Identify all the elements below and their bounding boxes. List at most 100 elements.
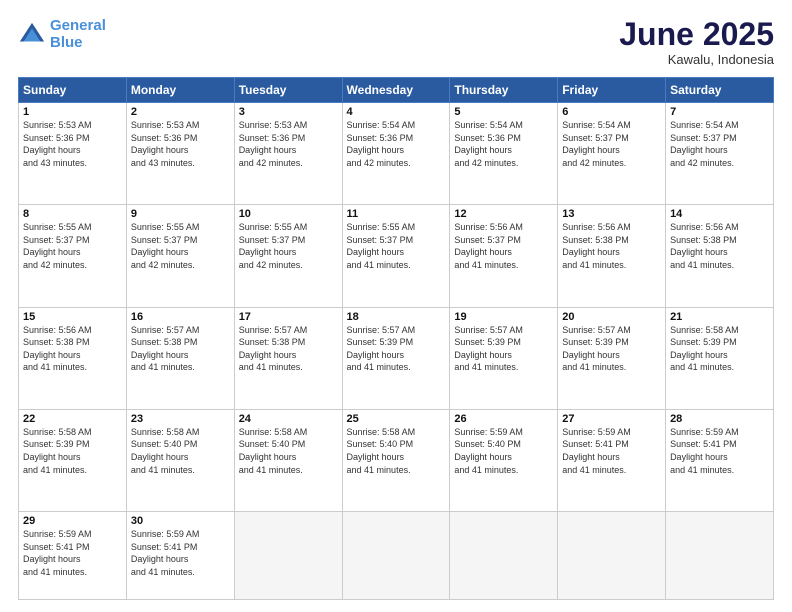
day-info: Sunrise: 5:54 AMSunset: 5:37 PMDaylight … <box>562 120 631 168</box>
table-row: 30 Sunrise: 5:59 AMSunset: 5:41 PMDaylig… <box>126 512 234 600</box>
day-info: Sunrise: 5:54 AMSunset: 5:36 PMDaylight … <box>347 120 416 168</box>
day-info: Sunrise: 5:54 AMSunset: 5:37 PMDaylight … <box>670 120 739 168</box>
table-row: 12 Sunrise: 5:56 AMSunset: 5:37 PMDaylig… <box>450 205 558 307</box>
day-number: 4 <box>347 106 446 118</box>
logo-line1: General <box>50 17 106 34</box>
table-row: 15 Sunrise: 5:56 AMSunset: 5:38 PMDaylig… <box>19 307 127 409</box>
day-info: Sunrise: 5:58 AMSunset: 5:40 PMDaylight … <box>131 427 200 475</box>
day-info: Sunrise: 5:55 AMSunset: 5:37 PMDaylight … <box>131 222 200 270</box>
table-row: 26 Sunrise: 5:59 AMSunset: 5:40 PMDaylig… <box>450 409 558 511</box>
day-number: 26 <box>454 413 553 425</box>
day-info: Sunrise: 5:58 AMSunset: 5:39 PMDaylight … <box>23 427 92 475</box>
logo: General Blue <box>18 18 106 51</box>
col-thursday: Thursday <box>450 78 558 103</box>
day-number: 24 <box>239 413 338 425</box>
day-number: 2 <box>131 106 230 118</box>
table-row: 17 Sunrise: 5:57 AMSunset: 5:38 PMDaylig… <box>234 307 342 409</box>
calendar-week-row: 15 Sunrise: 5:56 AMSunset: 5:38 PMDaylig… <box>19 307 774 409</box>
day-info: Sunrise: 5:57 AMSunset: 5:39 PMDaylight … <box>347 325 416 373</box>
day-info: Sunrise: 5:56 AMSunset: 5:37 PMDaylight … <box>454 222 523 270</box>
day-info: Sunrise: 5:59 AMSunset: 5:40 PMDaylight … <box>454 427 523 475</box>
table-row: 27 Sunrise: 5:59 AMSunset: 5:41 PMDaylig… <box>558 409 666 511</box>
calendar-week-row: 1 Sunrise: 5:53 AMSunset: 5:36 PMDayligh… <box>19 103 774 205</box>
table-row: 7 Sunrise: 5:54 AMSunset: 5:37 PMDayligh… <box>666 103 774 205</box>
col-tuesday: Tuesday <box>234 78 342 103</box>
day-number: 29 <box>23 515 122 527</box>
table-row: 25 Sunrise: 5:58 AMSunset: 5:40 PMDaylig… <box>342 409 450 511</box>
table-row: 21 Sunrise: 5:58 AMSunset: 5:39 PMDaylig… <box>666 307 774 409</box>
day-number: 14 <box>670 208 769 220</box>
calendar-header-row: Sunday Monday Tuesday Wednesday Thursday… <box>19 78 774 103</box>
day-info: Sunrise: 5:58 AMSunset: 5:39 PMDaylight … <box>670 325 739 373</box>
day-info: Sunrise: 5:55 AMSunset: 5:37 PMDaylight … <box>239 222 308 270</box>
day-number: 30 <box>131 515 230 527</box>
table-row: 5 Sunrise: 5:54 AMSunset: 5:36 PMDayligh… <box>450 103 558 205</box>
day-info: Sunrise: 5:58 AMSunset: 5:40 PMDaylight … <box>239 427 308 475</box>
table-row: 1 Sunrise: 5:53 AMSunset: 5:36 PMDayligh… <box>19 103 127 205</box>
logo-icon <box>18 21 46 49</box>
page: General Blue June 2025 Kawalu, Indonesia… <box>0 0 792 612</box>
day-info: Sunrise: 5:57 AMSunset: 5:39 PMDaylight … <box>562 325 631 373</box>
table-row: 9 Sunrise: 5:55 AMSunset: 5:37 PMDayligh… <box>126 205 234 307</box>
day-info: Sunrise: 5:57 AMSunset: 5:38 PMDaylight … <box>131 325 200 373</box>
table-row: 3 Sunrise: 5:53 AMSunset: 5:36 PMDayligh… <box>234 103 342 205</box>
table-row: 20 Sunrise: 5:57 AMSunset: 5:39 PMDaylig… <box>558 307 666 409</box>
table-row: 24 Sunrise: 5:58 AMSunset: 5:40 PMDaylig… <box>234 409 342 511</box>
day-number: 10 <box>239 208 338 220</box>
table-row: 16 Sunrise: 5:57 AMSunset: 5:38 PMDaylig… <box>126 307 234 409</box>
day-number: 12 <box>454 208 553 220</box>
logo-text: General Blue <box>50 18 106 51</box>
table-row: 23 Sunrise: 5:58 AMSunset: 5:40 PMDaylig… <box>126 409 234 511</box>
calendar-week-row: 8 Sunrise: 5:55 AMSunset: 5:37 PMDayligh… <box>19 205 774 307</box>
day-number: 27 <box>562 413 661 425</box>
table-row: 14 Sunrise: 5:56 AMSunset: 5:38 PMDaylig… <box>666 205 774 307</box>
day-number: 6 <box>562 106 661 118</box>
day-number: 15 <box>23 311 122 323</box>
day-number: 19 <box>454 311 553 323</box>
month-title: June 2025 <box>619 18 774 50</box>
day-info: Sunrise: 5:59 AMSunset: 5:41 PMDaylight … <box>23 529 92 577</box>
table-row: 28 Sunrise: 5:59 AMSunset: 5:41 PMDaylig… <box>666 409 774 511</box>
day-info: Sunrise: 5:55 AMSunset: 5:37 PMDaylight … <box>347 222 416 270</box>
day-info: Sunrise: 5:57 AMSunset: 5:39 PMDaylight … <box>454 325 523 373</box>
day-number: 17 <box>239 311 338 323</box>
day-info: Sunrise: 5:53 AMSunset: 5:36 PMDaylight … <box>23 120 92 168</box>
day-number: 22 <box>23 413 122 425</box>
table-row <box>234 512 342 600</box>
location: Kawalu, Indonesia <box>619 52 774 67</box>
day-info: Sunrise: 5:54 AMSunset: 5:36 PMDaylight … <box>454 120 523 168</box>
title-area: June 2025 Kawalu, Indonesia <box>619 18 774 67</box>
day-number: 13 <box>562 208 661 220</box>
day-info: Sunrise: 5:55 AMSunset: 5:37 PMDaylight … <box>23 222 92 270</box>
table-row: 29 Sunrise: 5:59 AMSunset: 5:41 PMDaylig… <box>19 512 127 600</box>
day-number: 21 <box>670 311 769 323</box>
table-row: 18 Sunrise: 5:57 AMSunset: 5:39 PMDaylig… <box>342 307 450 409</box>
day-number: 5 <box>454 106 553 118</box>
col-sunday: Sunday <box>19 78 127 103</box>
day-info: Sunrise: 5:56 AMSunset: 5:38 PMDaylight … <box>670 222 739 270</box>
table-row <box>558 512 666 600</box>
day-number: 28 <box>670 413 769 425</box>
day-info: Sunrise: 5:53 AMSunset: 5:36 PMDaylight … <box>131 120 200 168</box>
day-info: Sunrise: 5:53 AMSunset: 5:36 PMDaylight … <box>239 120 308 168</box>
day-number: 18 <box>347 311 446 323</box>
table-row: 2 Sunrise: 5:53 AMSunset: 5:36 PMDayligh… <box>126 103 234 205</box>
table-row: 8 Sunrise: 5:55 AMSunset: 5:37 PMDayligh… <box>19 205 127 307</box>
day-number: 11 <box>347 208 446 220</box>
calendar-week-row: 22 Sunrise: 5:58 AMSunset: 5:39 PMDaylig… <box>19 409 774 511</box>
calendar-table: Sunday Monday Tuesday Wednesday Thursday… <box>18 77 774 600</box>
table-row: 22 Sunrise: 5:58 AMSunset: 5:39 PMDaylig… <box>19 409 127 511</box>
col-friday: Friday <box>558 78 666 103</box>
day-info: Sunrise: 5:59 AMSunset: 5:41 PMDaylight … <box>670 427 739 475</box>
day-number: 16 <box>131 311 230 323</box>
col-saturday: Saturday <box>666 78 774 103</box>
day-number: 20 <box>562 311 661 323</box>
day-number: 23 <box>131 413 230 425</box>
calendar-week-row: 29 Sunrise: 5:59 AMSunset: 5:41 PMDaylig… <box>19 512 774 600</box>
day-number: 9 <box>131 208 230 220</box>
col-wednesday: Wednesday <box>342 78 450 103</box>
day-number: 7 <box>670 106 769 118</box>
table-row: 10 Sunrise: 5:55 AMSunset: 5:37 PMDaylig… <box>234 205 342 307</box>
day-info: Sunrise: 5:58 AMSunset: 5:40 PMDaylight … <box>347 427 416 475</box>
table-row: 6 Sunrise: 5:54 AMSunset: 5:37 PMDayligh… <box>558 103 666 205</box>
